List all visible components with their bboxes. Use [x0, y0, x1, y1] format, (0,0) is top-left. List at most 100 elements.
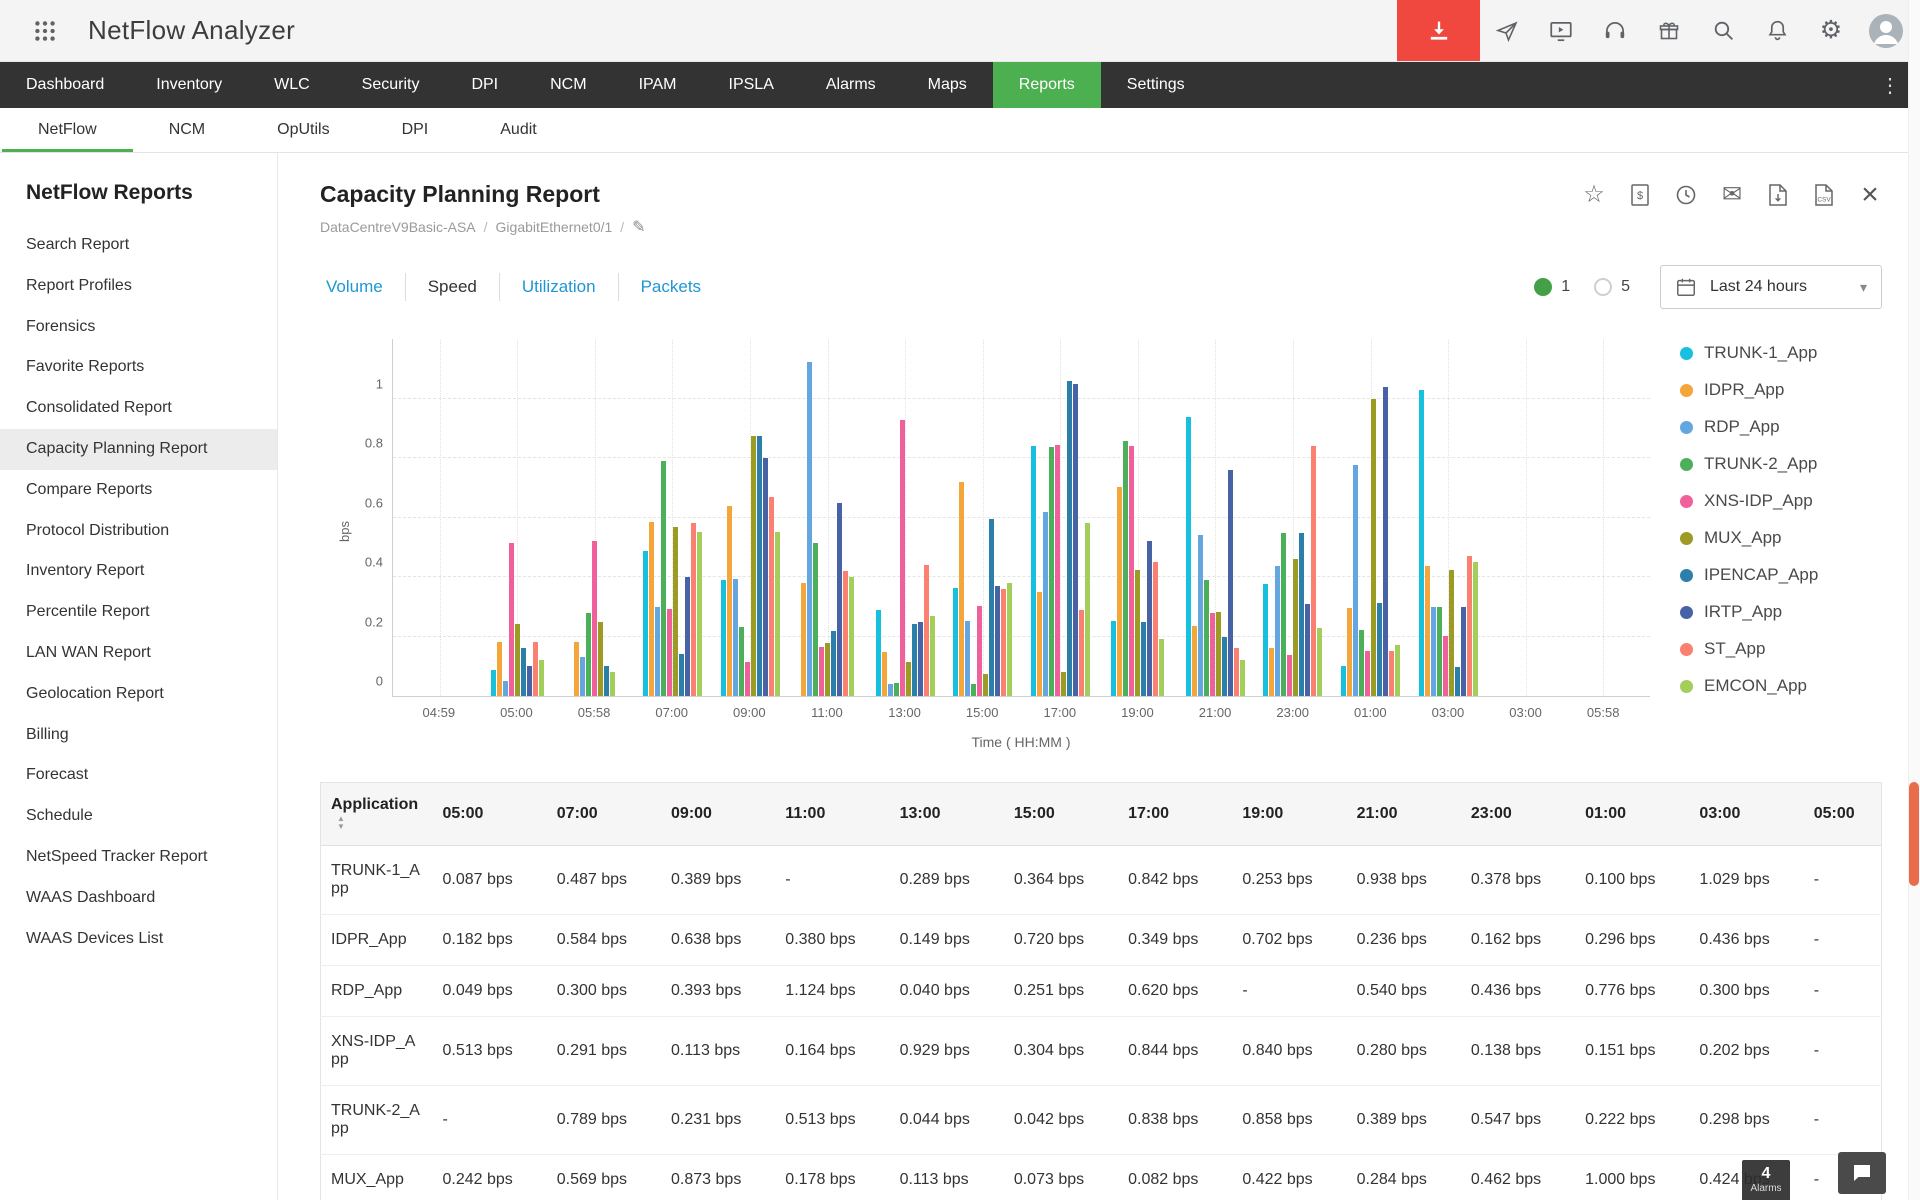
sidebar-item-inventory-report[interactable]: Inventory Report	[0, 551, 277, 592]
bar-trunk-1-app	[1031, 446, 1036, 696]
sidebar-item-lan-wan-report[interactable]: LAN WAN Report	[0, 633, 277, 674]
subnav-item-netflow[interactable]: NetFlow	[2, 108, 133, 152]
breadcrumb-interface[interactable]: GigabitEthernet0/1	[496, 219, 613, 235]
cell-value: 0.300 bps	[1689, 966, 1803, 1017]
column-header-07-00-2[interactable]: 07:00	[547, 783, 661, 846]
nav-item-wlc[interactable]: WLC	[248, 62, 336, 108]
sidebar-item-capacity-planning-report[interactable]: Capacity Planning Report	[0, 429, 277, 470]
cell-value: 0.284 bps	[1347, 1155, 1461, 1200]
sidebar-item-compare-reports[interactable]: Compare Reports	[0, 470, 277, 511]
apps-grid-icon[interactable]	[30, 16, 60, 46]
bar-trunk-1-app	[1111, 621, 1116, 696]
nav-item-settings[interactable]: Settings	[1101, 62, 1211, 108]
sidebar-item-waas-dashboard[interactable]: WAAS Dashboard	[0, 878, 277, 919]
settings-gear-icon[interactable]: ⚙	[1816, 16, 1846, 46]
search-icon[interactable]	[1708, 16, 1738, 46]
legend-item-trunk-1-app[interactable]: TRUNK-1_App	[1680, 343, 1882, 363]
nav-item-ipam[interactable]: IPAM	[613, 62, 703, 108]
page-scrollbar[interactable]	[1908, 0, 1920, 1200]
sidebar-item-waas-devices-list[interactable]: WAAS Devices List	[0, 919, 277, 960]
email-report-icon[interactable]: ✉	[1720, 182, 1744, 208]
column-header-13-00-5[interactable]: 13:00	[890, 783, 1004, 846]
sort-icons[interactable]: ▲▼	[337, 815, 345, 831]
x-tick-label: 05:00	[478, 705, 556, 720]
sidebar-item-netspeed-tracker-report[interactable]: NetSpeed Tracker Report	[0, 837, 277, 878]
column-header-17-00-7[interactable]: 17:00	[1118, 783, 1232, 846]
sidebar-item-report-profiles[interactable]: Report Profiles	[0, 266, 277, 307]
cell-value: 0.858 bps	[1232, 1086, 1346, 1155]
schedule-history-icon[interactable]	[1674, 182, 1698, 208]
send-feedback-icon[interactable]	[1492, 16, 1522, 46]
legend-item-xns-idp-app[interactable]: XNS-IDP_App	[1680, 491, 1882, 511]
offers-gift-icon[interactable]	[1654, 16, 1684, 46]
tab-volume[interactable]: Volume	[320, 273, 406, 301]
export-pdf-icon[interactable]	[1766, 182, 1790, 208]
sidebar-item-geolocation-report[interactable]: Geolocation Report	[0, 674, 277, 715]
favorite-star-icon[interactable]: ☆	[1582, 182, 1606, 208]
sidebar-item-favorite-reports[interactable]: Favorite Reports	[0, 347, 277, 388]
billing-cost-icon[interactable]: $	[1628, 182, 1652, 208]
nav-item-security[interactable]: Security	[336, 62, 446, 108]
legend-item-idpr-app[interactable]: IDPR_App	[1680, 380, 1882, 400]
sidebar-item-consolidated-report[interactable]: Consolidated Report	[0, 388, 277, 429]
nav-item-dpi[interactable]: DPI	[445, 62, 524, 108]
subnav-item-oputils[interactable]: OpUtils	[241, 108, 365, 152]
tab-packets[interactable]: Packets	[619, 273, 723, 301]
nav-item-reports[interactable]: Reports	[993, 62, 1101, 108]
export-csv-icon[interactable]: CSV	[1812, 182, 1836, 208]
column-header-05-00-13[interactable]: 05:00	[1804, 783, 1882, 846]
column-header-23-00-10[interactable]: 23:00	[1461, 783, 1575, 846]
legend-item-irtp-app[interactable]: IRTP_App	[1680, 602, 1882, 622]
column-header-05-00-1[interactable]: 05:00	[433, 783, 547, 846]
legend-item-ipencap-app[interactable]: IPENCAP_App	[1680, 565, 1882, 585]
sidebar-item-schedule[interactable]: Schedule	[0, 796, 277, 837]
alarm-count-badge[interactable]: 4 Alarms	[1742, 1160, 1790, 1200]
legend-item-rdp-app[interactable]: RDP_App	[1680, 417, 1882, 437]
column-header-21-00-9[interactable]: 21:00	[1347, 783, 1461, 846]
demo-video-icon[interactable]	[1546, 16, 1576, 46]
support-headset-icon[interactable]	[1600, 16, 1630, 46]
support-chat-button[interactable]	[1838, 1152, 1886, 1194]
nav-item-alarms[interactable]: Alarms	[800, 62, 902, 108]
subnav-item-audit[interactable]: Audit	[464, 108, 572, 152]
download-button[interactable]	[1397, 0, 1480, 61]
scrollbar-thumb[interactable]	[1909, 782, 1919, 886]
column-header-09-00-3[interactable]: 09:00	[661, 783, 775, 846]
bar-xns-idp-app	[1210, 613, 1215, 696]
cell-value: 0.349 bps	[1118, 915, 1232, 966]
column-header-15-00-6[interactable]: 15:00	[1004, 783, 1118, 846]
nav-item-maps[interactable]: Maps	[902, 62, 993, 108]
subnav-item-ncm[interactable]: NCM	[133, 108, 241, 152]
legend-item-emcon-app[interactable]: EMCON_App	[1680, 676, 1882, 696]
subnav-item-dpi[interactable]: DPI	[366, 108, 465, 152]
nav-item-dashboard[interactable]: Dashboard	[0, 62, 130, 108]
legend-item-st-app[interactable]: ST_App	[1680, 639, 1882, 659]
notifications-bell-icon[interactable]	[1762, 16, 1792, 46]
sidebar-item-search-report[interactable]: Search Report	[0, 225, 277, 266]
nav-item-inventory[interactable]: Inventory	[130, 62, 248, 108]
legend-item-trunk-2-app[interactable]: TRUNK-2_App	[1680, 454, 1882, 474]
granularity-radio-5[interactable]: 5	[1594, 278, 1630, 296]
time-range-select[interactable]: Last 24 hours ▾	[1660, 265, 1882, 309]
sidebar-item-forensics[interactable]: Forensics	[0, 307, 277, 348]
sidebar-item-forecast[interactable]: Forecast	[0, 755, 277, 796]
nav-item-ncm[interactable]: NCM	[524, 62, 612, 108]
tab-speed[interactable]: Speed	[406, 273, 500, 301]
column-header-03-00-12[interactable]: 03:00	[1689, 783, 1803, 846]
sidebar-item-percentile-report[interactable]: Percentile Report	[0, 592, 277, 633]
user-avatar[interactable]	[1868, 13, 1904, 49]
close-icon[interactable]: ×	[1858, 182, 1882, 208]
legend-item-mux-app[interactable]: MUX_App	[1680, 528, 1882, 548]
column-header-19-00-8[interactable]: 19:00	[1232, 783, 1346, 846]
column-header-11-00-4[interactable]: 11:00	[775, 783, 889, 846]
granularity-radio-1[interactable]: 1	[1534, 278, 1570, 296]
tab-utilization[interactable]: Utilization	[500, 273, 619, 301]
edit-pencil-icon[interactable]: ✎	[632, 217, 645, 237]
column-header-01-00-11[interactable]: 01:00	[1575, 783, 1689, 846]
bar-trunk-2-app	[971, 684, 976, 696]
sidebar-item-billing[interactable]: Billing	[0, 715, 277, 756]
breadcrumb-device[interactable]: DataCentreV9Basic-ASA	[320, 219, 476, 235]
nav-item-ipsla[interactable]: IPSLA	[703, 62, 800, 108]
sidebar-item-protocol-distribution[interactable]: Protocol Distribution	[0, 511, 277, 552]
column-header-application[interactable]: Application▲▼	[321, 783, 433, 846]
